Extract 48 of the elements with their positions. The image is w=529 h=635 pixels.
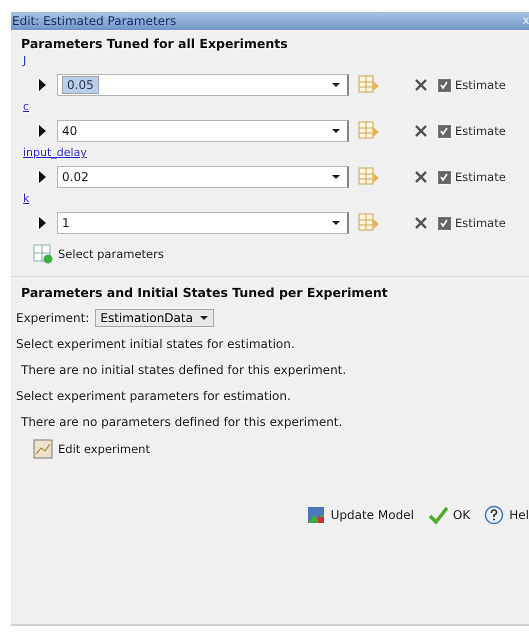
- instruction-text: Select experiment initial states for estimation.: [16, 337, 296, 353]
- experiment-label: Experiment:: [16, 311, 90, 325]
- value-combo-box[interactable]: 40: [57, 120, 349, 142]
- delete-icon[interactable]: [413, 169, 429, 185]
- note-text: There are no initial states defined for this experiment.: [21, 363, 348, 379]
- estimate-checkbox[interactable]: [438, 170, 451, 184]
- delete-icon[interactable]: [413, 215, 429, 231]
- estimate-label: Estimate: [455, 124, 506, 138]
- value-combo-box[interactable]: 0.02: [57, 166, 349, 188]
- dropdown-arrow-icon[interactable]: [331, 82, 341, 88]
- value-combo-box[interactable]: 0.05: [57, 74, 349, 96]
- help-icon: [484, 505, 504, 525]
- value-text: 40: [62, 124, 78, 138]
- note-text: There are no parameters defined for this experiment.: [21, 415, 344, 431]
- parameter-link[interactable]: k: [23, 192, 30, 205]
- parameter-link[interactable]: c: [23, 100, 30, 113]
- value-combo-box[interactable]: 1: [57, 212, 349, 234]
- model-icon: [306, 505, 326, 525]
- help-button[interactable]: Hel: [484, 505, 529, 525]
- value-text: 0.02: [62, 170, 89, 184]
- value-text: 0.05: [62, 76, 99, 94]
- section-heading: Parameters and Initial States Tuned per Experiment: [21, 284, 389, 302]
- section-heading: Parameters Tuned for all Experiments: [21, 35, 289, 53]
- estimate-checkbox[interactable]: [438, 216, 451, 230]
- dropdown-arrow-icon[interactable]: [331, 174, 341, 180]
- chart-icon: [33, 439, 53, 459]
- dropdown-arrow-icon[interactable]: [331, 220, 341, 226]
- experiment-dropdown[interactable]: EstimationData: [95, 309, 214, 327]
- delete-icon[interactable]: [413, 123, 429, 139]
- parameter-link[interactable]: input_delay: [23, 146, 87, 159]
- parameter-link[interactable]: J: [23, 54, 26, 67]
- estimate-label: Estimate: [455, 170, 506, 184]
- estimate-checkbox[interactable]: [438, 124, 451, 138]
- estimate-checkbox[interactable]: [438, 78, 451, 92]
- delete-icon[interactable]: [413, 77, 429, 93]
- dropdown-arrow-icon[interactable]: [331, 128, 341, 134]
- value-text: 1: [62, 216, 70, 230]
- checkmark-icon: [428, 505, 448, 525]
- select-parameters-button[interactable]: Select parameters: [21, 242, 164, 266]
- ok-button[interactable]: OK: [428, 505, 470, 525]
- grid-add-icon: [33, 244, 53, 264]
- window-title: Edit: Estimated Parameters: [11, 14, 176, 28]
- estimate-label: Estimate: [455, 78, 506, 92]
- edit-experiment-button[interactable]: Edit experiment: [21, 437, 150, 461]
- estimate-label: Estimate: [455, 216, 506, 230]
- instruction-text: Select experiment parameters for estimation.: [16, 389, 292, 405]
- update-model-button[interactable]: Update Model: [306, 505, 414, 525]
- dropdown-arrow-icon: [198, 315, 209, 321]
